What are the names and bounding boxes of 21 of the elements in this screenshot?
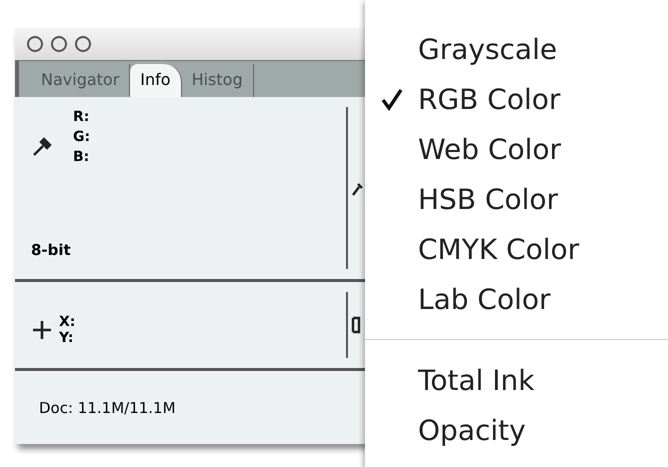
close-icon[interactable] [27, 36, 43, 52]
menu-item[interactable]: RGB Color [365, 74, 668, 124]
coordinate-label: X: [59, 314, 76, 330]
menu-item[interactable]: Lab Color [365, 274, 668, 324]
crosshair-icon [31, 319, 53, 341]
minimize-icon[interactable] [51, 36, 67, 52]
menu-item[interactable]: Web Color [365, 124, 668, 174]
menu-item[interactable]: CMYK Color [365, 224, 668, 274]
zoom-icon[interactable] [75, 36, 91, 52]
menu-item[interactable]: HSB Color [365, 174, 668, 224]
channel-label: R: [73, 108, 90, 127]
channel-label: G: [73, 128, 90, 147]
coordinate-label: Y: [59, 330, 75, 346]
checkmark-icon [380, 87, 402, 111]
channel-label: B: [73, 148, 90, 167]
document-size: Doc: 11.1M/11.1M [39, 398, 176, 416]
bit-depth-label: 8-bit [31, 241, 72, 259]
menu-item[interactable]: Grayscale [365, 24, 668, 74]
panel-tab[interactable]: Info [130, 64, 182, 97]
menu-item[interactable]: Opacity [365, 405, 668, 455]
menu-item[interactable]: Total Ink [365, 355, 668, 405]
